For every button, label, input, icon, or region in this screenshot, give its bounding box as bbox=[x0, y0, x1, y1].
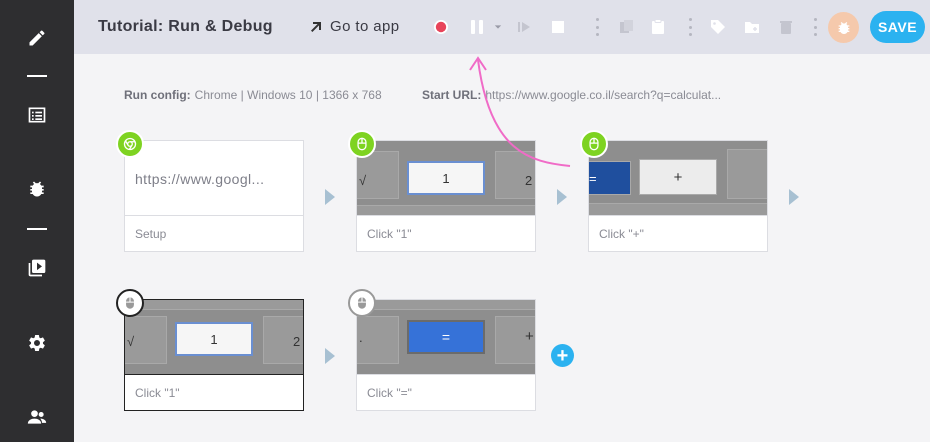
step-screenshot: . = + bbox=[357, 300, 535, 374]
stop-icon bbox=[552, 21, 564, 33]
record-button[interactable] bbox=[431, 17, 451, 37]
calc-key-label: 2 bbox=[525, 173, 533, 188]
bug-icon bbox=[838, 21, 849, 34]
step-screenshot: √ 1 2 bbox=[125, 300, 303, 374]
card-divider bbox=[357, 215, 535, 216]
run-config: Run config: Chrome | Windows 10 | 1366 x … bbox=[124, 88, 382, 102]
go-to-app-link[interactable]: Go to app bbox=[310, 18, 399, 35]
pause-dropdown[interactable] bbox=[492, 17, 504, 37]
chevron-down-icon bbox=[494, 25, 502, 29]
arrow-up-right-icon bbox=[311, 21, 321, 32]
gear-icon[interactable] bbox=[26, 332, 48, 354]
step-label: Click "+" bbox=[599, 227, 644, 241]
calc-key-label: + bbox=[525, 328, 534, 345]
sidebar bbox=[0, 0, 74, 442]
step-card-click-1[interactable]: √ 1 2 Click "1" bbox=[356, 140, 536, 252]
pause-icon bbox=[471, 20, 483, 34]
calc-key-label: √ bbox=[127, 334, 135, 349]
calc-key-label: = bbox=[589, 171, 597, 186]
stop-button[interactable] bbox=[548, 17, 568, 37]
step-label: Click "1" bbox=[135, 386, 180, 400]
add-step-button[interactable]: + bbox=[551, 344, 574, 367]
start-url-label: Start URL: bbox=[422, 88, 482, 102]
step-screenshot: √ 1 2 bbox=[357, 141, 535, 215]
clipboard-icon bbox=[652, 19, 664, 34]
chrome-icon bbox=[116, 130, 144, 158]
calc-key-label: √ bbox=[359, 173, 367, 188]
tag-icon bbox=[711, 20, 725, 34]
header-bar: Tutorial: Run & Debug Go to app SAVE bbox=[74, 0, 930, 54]
calc-key-selected: 1 bbox=[407, 161, 485, 195]
step-forward-icon bbox=[518, 22, 530, 32]
card-divider bbox=[357, 374, 535, 375]
step-card-setup[interactable]: https://www.googl... Setup bbox=[124, 140, 304, 252]
step-arrow-icon bbox=[325, 348, 335, 364]
tag-button[interactable] bbox=[708, 17, 728, 37]
page-title: Tutorial: Run & Debug bbox=[98, 18, 273, 35]
record-icon bbox=[434, 20, 448, 34]
calc-key-label: 2 bbox=[293, 334, 301, 349]
sidebar-divider bbox=[27, 228, 47, 230]
add-folder-button[interactable] bbox=[742, 17, 762, 37]
copy-button[interactable] bbox=[617, 17, 637, 37]
playlist-icon[interactable] bbox=[26, 257, 48, 279]
card-divider bbox=[125, 215, 303, 216]
paste-button[interactable] bbox=[648, 17, 668, 37]
step-label: Setup bbox=[135, 227, 167, 241]
step-label: Click "=" bbox=[367, 386, 412, 400]
calc-key-selected: + bbox=[639, 159, 717, 195]
start-url: Start URL: https://www.google.co.il/searc… bbox=[422, 88, 721, 102]
step-card-click-plus[interactable]: = + Click "+" bbox=[588, 140, 768, 252]
copy-icon bbox=[620, 20, 633, 33]
step-forward-button[interactable] bbox=[514, 17, 534, 37]
card-divider bbox=[589, 215, 767, 216]
more-icon[interactable] bbox=[594, 18, 600, 36]
calc-key-row bbox=[589, 203, 767, 215]
bug-icon[interactable] bbox=[26, 178, 48, 200]
calc-key bbox=[727, 149, 767, 199]
calc-key-selected: 1 bbox=[175, 322, 253, 356]
folder-plus-icon bbox=[745, 22, 759, 33]
calc-key bbox=[357, 316, 399, 364]
calc-key-row bbox=[125, 300, 303, 310]
run-config-label: Run config: bbox=[124, 88, 191, 102]
run-config-value: Chrome | Windows 10 | 1366 x 768 bbox=[194, 88, 382, 102]
avatar[interactable] bbox=[828, 12, 859, 43]
step-arrow-icon bbox=[325, 189, 335, 205]
more-icon[interactable] bbox=[812, 18, 818, 36]
setup-url: https://www.googl... bbox=[135, 171, 265, 187]
trash-icon bbox=[780, 21, 792, 34]
save-button[interactable]: SAVE bbox=[870, 11, 925, 43]
users-icon[interactable] bbox=[26, 406, 48, 428]
list-icon[interactable] bbox=[26, 104, 48, 126]
mouse-icon bbox=[116, 289, 144, 317]
card-divider bbox=[125, 374, 303, 375]
calc-key-row bbox=[357, 205, 535, 215]
pencil-icon[interactable] bbox=[26, 27, 48, 49]
calc-key-row bbox=[357, 300, 535, 310]
sidebar-divider bbox=[27, 75, 47, 77]
more-icon[interactable] bbox=[687, 18, 693, 36]
pause-button[interactable] bbox=[467, 17, 487, 37]
step-card-click-1-selected[interactable]: √ 1 2 Click "1" bbox=[124, 299, 304, 411]
step-arrow-icon bbox=[789, 189, 799, 205]
step-label: Click "1" bbox=[367, 227, 412, 241]
delete-button[interactable] bbox=[776, 17, 796, 37]
go-to-app-label: Go to app bbox=[330, 18, 400, 35]
step-screenshot: = + bbox=[589, 141, 767, 215]
mouse-icon bbox=[348, 130, 376, 158]
step-card-click-equals[interactable]: . = + Click "=" bbox=[356, 299, 536, 411]
calc-key-selected: = bbox=[407, 320, 485, 354]
mouse-icon bbox=[348, 289, 376, 317]
start-url-value[interactable]: https://www.google.co.il/search?q=calcul… bbox=[485, 88, 721, 102]
calc-key-label: . bbox=[359, 330, 363, 345]
mouse-icon bbox=[580, 130, 608, 158]
step-arrow-icon bbox=[557, 189, 567, 205]
